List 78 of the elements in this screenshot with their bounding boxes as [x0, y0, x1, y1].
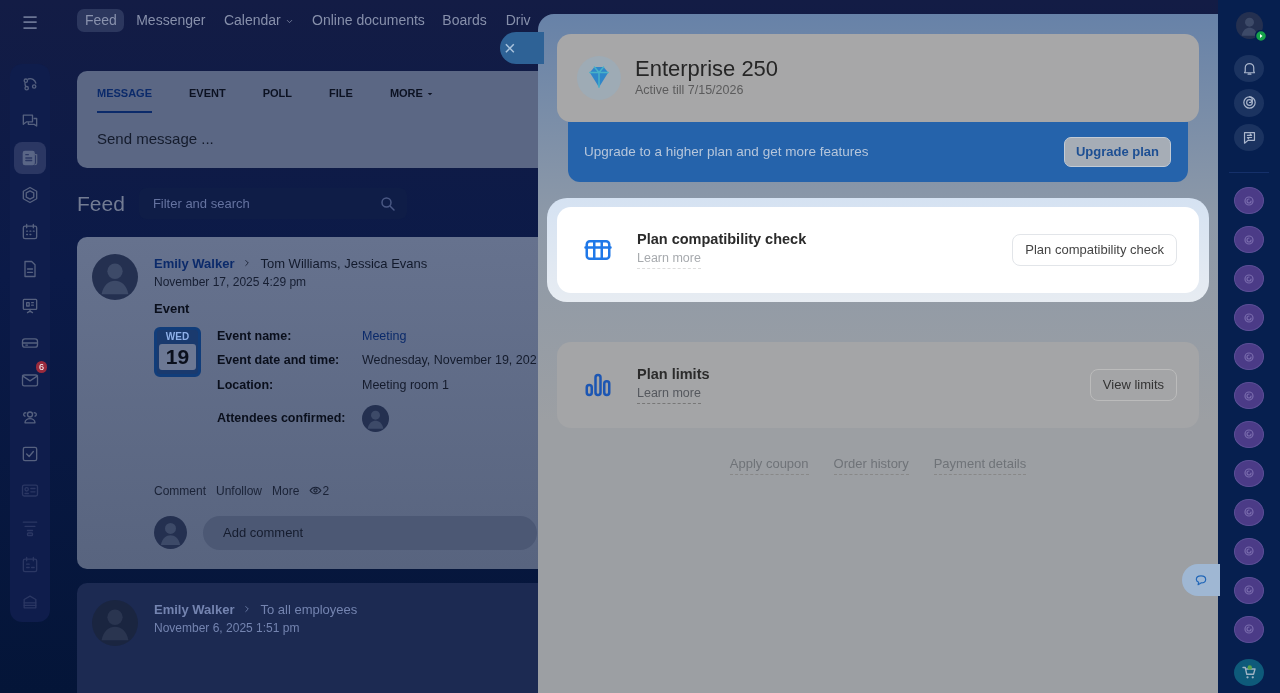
app-button[interactable]	[1234, 459, 1264, 488]
app-button[interactable]	[1234, 225, 1264, 254]
app-button[interactable]	[1234, 498, 1264, 527]
composer-tab[interactable]: MORE	[389, 85, 434, 113]
upgrade-button[interactable]: Upgrade plan	[1063, 137, 1171, 167]
action-link[interactable]: Comment	[154, 481, 206, 500]
field-label: Event date and time:	[217, 352, 341, 370]
action-link[interactable]: Unfollow	[216, 481, 263, 500]
composer-tab[interactable]: MESSAGE	[97, 85, 152, 113]
avatar	[1235, 12, 1263, 39]
board-icon	[20, 296, 40, 316]
app-button[interactable]	[1234, 264, 1264, 293]
checkbox-icon	[20, 444, 40, 464]
post-type: Event	[154, 300, 191, 318]
toolbar-button[interactable]	[1234, 89, 1264, 117]
app-button[interactable]	[1234, 186, 1264, 215]
feature-title: Plan limits	[637, 366, 710, 384]
app-button[interactable]	[1234, 615, 1264, 644]
toolbar-button[interactable]	[1234, 658, 1264, 686]
avatar	[362, 404, 389, 432]
comment-field[interactable]: Add comment	[203, 515, 537, 550]
calendar-icon: WED 19	[154, 326, 201, 377]
recipients-text: To all employees	[260, 600, 358, 619]
app-button[interactable]	[1234, 303, 1264, 332]
composer-tab[interactable]: POLL	[262, 85, 293, 113]
view-count: 2	[322, 482, 330, 500]
author-link[interactable]: Emily Walker	[154, 599, 235, 619]
field-label: Attendees confirmed:	[217, 409, 347, 427]
nav-tab[interactable]: Online documents	[304, 9, 431, 32]
news-icon	[20, 148, 40, 168]
nav-tab[interactable]: Feed	[77, 9, 125, 32]
recipients-text: Tom Williams, Jessica Evans	[260, 254, 428, 273]
app-button[interactable]	[1234, 576, 1264, 605]
chat-button[interactable]	[1182, 564, 1220, 596]
post-time: November 17, 2025 4:29 pm	[154, 274, 308, 291]
action-link[interactable]: More	[272, 481, 300, 500]
nav-tab[interactable]: Messenger	[128, 9, 212, 32]
feature-button[interactable]: View limits	[1089, 369, 1177, 401]
field-link[interactable]: Meeting	[362, 326, 407, 346]
field-value: Meeting room 1	[362, 377, 449, 394]
toolbar-button[interactable]	[1234, 55, 1264, 83]
nav-tab[interactable]: Driv	[497, 9, 538, 32]
speech-bubble-icon	[1194, 573, 1208, 587]
author-link[interactable]: Emily Walker	[154, 253, 235, 273]
learn-more-link[interactable]: Learn more	[637, 383, 701, 404]
learn-more-link[interactable]: Learn more	[637, 248, 701, 269]
page-title: Feed	[77, 191, 125, 217]
plan-name: Enterprise 250	[635, 56, 779, 81]
upgrade-text: Upgrade to a higher plan and get more features	[584, 142, 869, 161]
field-label: Event name:	[217, 327, 293, 345]
search-icon	[378, 195, 397, 214]
composer-tab[interactable]: EVENT	[189, 85, 226, 113]
composer-tab[interactable]: FILE	[329, 85, 353, 113]
app-button[interactable]	[1234, 537, 1264, 566]
sidebar-item[interactable]: 6	[14, 364, 46, 396]
post-time: November 6, 2025 1:51 pm	[154, 620, 301, 637]
spiral-icon	[1240, 94, 1258, 112]
app-button[interactable]	[1234, 420, 1264, 449]
nav-tab[interactable]: Boards	[434, 9, 494, 32]
feature-button[interactable]: Plan compatibility check	[1012, 234, 1177, 266]
feature-title: Plan compatibility check	[637, 231, 807, 249]
nav-tab[interactable]: Calendar	[215, 9, 301, 32]
message-input[interactable]: Send message ...	[97, 127, 397, 150]
hexagon-icon	[20, 185, 40, 205]
calendar-icon	[20, 222, 40, 242]
plan-expiry: Active till 7/15/2026	[635, 81, 745, 99]
app-button[interactable]	[1234, 342, 1264, 371]
menu-button[interactable]: ☰	[16, 10, 44, 36]
toolbar-button[interactable]	[1234, 123, 1264, 151]
avatar	[154, 516, 187, 550]
schedule-icon	[20, 555, 40, 575]
notification-badge: 6	[36, 361, 47, 373]
close-button[interactable]: ×	[500, 32, 544, 64]
app-button[interactable]	[1234, 381, 1264, 410]
avatar	[92, 253, 138, 300]
sidebar-item[interactable]	[14, 142, 46, 174]
field-label: Location:	[217, 377, 275, 394]
field-value: Wednesday, November 19, 202	[362, 352, 537, 370]
